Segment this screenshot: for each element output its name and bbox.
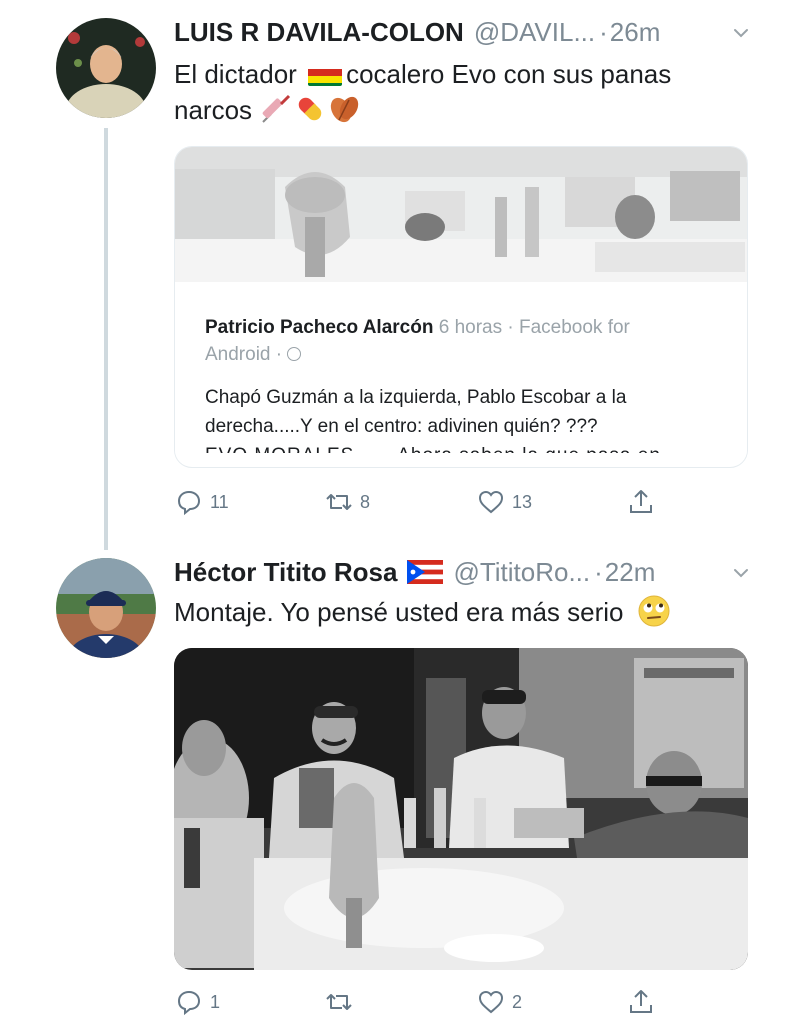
tweet-1-text: El dictador cocalero Evo con sus panas n…	[174, 56, 671, 128]
heart-icon	[478, 490, 504, 514]
tweet-text: Montaje. Yo pensé usted era más serio	[174, 597, 624, 627]
pill-icon	[293, 92, 327, 126]
retweet-button[interactable]	[324, 982, 360, 1022]
like-count: 13	[512, 491, 533, 512]
separator-dot: ·	[594, 556, 603, 587]
tweet-2-photo[interactable]	[174, 648, 748, 970]
share-icon	[630, 990, 652, 1013]
tweet-text-part: El dictador	[174, 59, 297, 89]
quoted-post-card: Patricio Pacheco Alarcón 6 horas · Faceb…	[175, 282, 747, 465]
quoted-text-line1: Chapó Guzmán a la izquierda, Pablo Escob…	[205, 387, 627, 408]
share-button[interactable]	[626, 982, 656, 1022]
quoted-author[interactable]: Patricio Pacheco Alarcón	[205, 317, 433, 338]
quoted-post-photo	[175, 147, 747, 283]
syringe-icon	[259, 92, 293, 126]
eye-roll-emoji-icon	[637, 594, 671, 628]
reply-button[interactable]: 11	[174, 482, 229, 522]
avatar-hector[interactable]	[56, 558, 156, 658]
like-count: 2	[512, 991, 523, 1012]
display-name[interactable]: Héctor Titito Rosa	[174, 557, 397, 588]
reply-icon	[177, 490, 201, 516]
like-button[interactable]: 2	[476, 982, 522, 1022]
reply-icon	[177, 990, 201, 1016]
share-button[interactable]	[626, 482, 656, 522]
retweet-icon	[326, 994, 352, 1010]
reply-count: 1	[210, 991, 221, 1012]
globe-icon	[287, 347, 302, 361]
chevron-down-icon[interactable]	[732, 24, 750, 42]
quoted-meta: 6 horas · Facebook for	[438, 317, 630, 338]
timestamp[interactable]: 26m	[610, 17, 661, 48]
restaurant-group-photo	[174, 648, 748, 970]
tweet-text-part: narcos	[174, 95, 253, 125]
user-handle[interactable]: @DAVIL...	[474, 17, 595, 48]
tweet-text-part: cocalero Evo con sus panas	[346, 59, 672, 89]
retweet-button[interactable]: 8	[324, 482, 370, 522]
retweet-icon	[326, 494, 352, 510]
separator-dot: ·	[599, 16, 608, 47]
tweet-2-actions: 1 2	[174, 982, 694, 1022]
retweet-count: 8	[360, 491, 371, 512]
quoted-meta-line2: Android ·	[205, 344, 288, 365]
quoted-text-line3: EVO MORALES ..... Ahora saben la que pas…	[205, 441, 719, 453]
quoted-facebook-post[interactable]: Patricio Pacheco Alarcón 6 horas · Faceb…	[174, 146, 748, 468]
heart-icon	[478, 990, 504, 1014]
display-name[interactable]: LUIS R DAVILA-COLON	[174, 17, 464, 48]
bolivia-flag-icon	[308, 64, 343, 86]
tweet-2-text: Montaje. Yo pensé usted era más serio	[174, 594, 671, 630]
thread-connector-line	[104, 128, 108, 550]
user-handle[interactable]: @TititoRo...	[453, 557, 590, 588]
reply-button[interactable]: 1	[174, 982, 220, 1022]
chevron-down-icon[interactable]	[732, 564, 750, 582]
quoted-text-line2: derecha.....Y en el centro: adivinen qui…	[205, 416, 598, 437]
reply-count: 11	[210, 491, 229, 512]
tweet-1-actions: 11 8 13	[174, 482, 694, 522]
coca-leaf-icon	[327, 92, 361, 126]
timestamp[interactable]: 22m	[605, 557, 656, 588]
tweet-2-header: Héctor Titito Rosa @TititoRo... · 22m	[174, 552, 655, 592]
share-icon	[630, 490, 652, 513]
puerto-rico-flag-icon	[407, 560, 444, 584]
avatar-luis[interactable]	[56, 18, 156, 118]
like-button[interactable]: 13	[476, 482, 532, 522]
tweet-1-header: LUIS R DAVILA-COLON @DAVIL... · 26m	[174, 12, 660, 52]
